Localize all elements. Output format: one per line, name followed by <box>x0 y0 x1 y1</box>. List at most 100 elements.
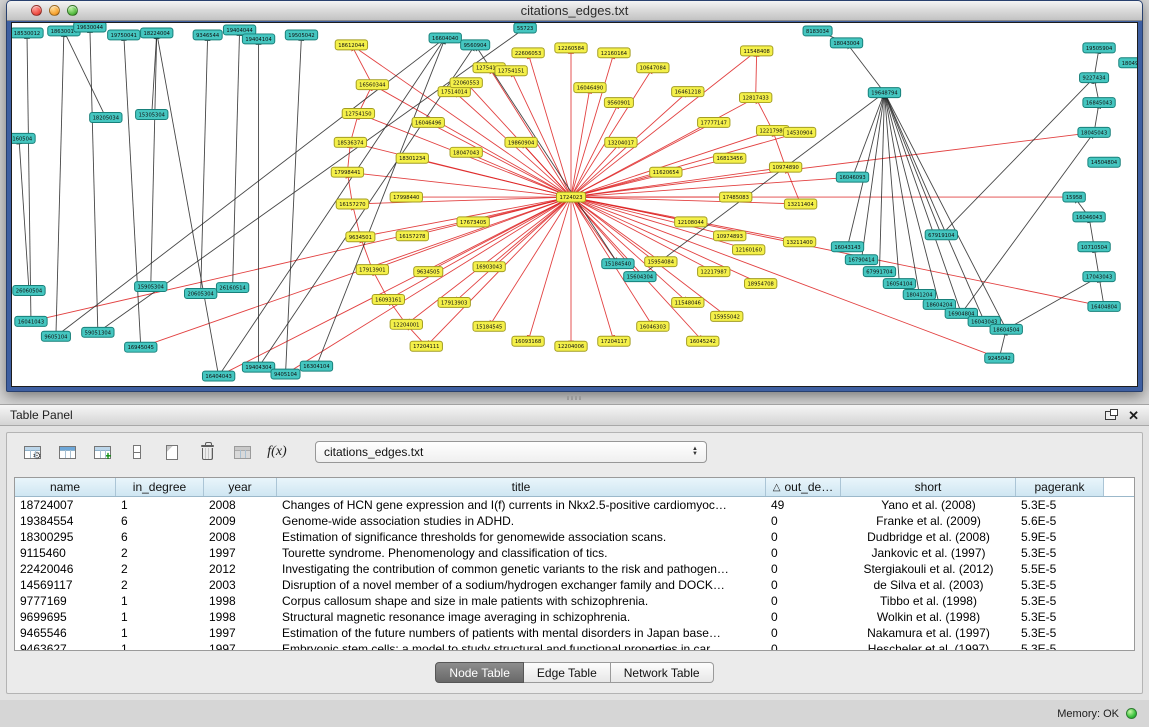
graph-node[interactable]: 15954084 <box>645 257 677 267</box>
graph-node[interactable]: 16304104 <box>300 361 332 371</box>
graph-node[interactable]: 19404104 <box>242 34 274 44</box>
zoom-window-button[interactable] <box>67 5 78 16</box>
graph-node[interactable]: 12160160 <box>733 245 765 255</box>
graph-node[interactable]: 55723 <box>514 23 536 33</box>
graph-edge[interactable] <box>571 197 688 302</box>
graph-edge[interactable] <box>571 197 730 236</box>
tab-edge-table[interactable]: Edge Table <box>524 662 611 683</box>
network-graph[interactable]: 1724023122605842260605312754152175140141… <box>12 23 1137 386</box>
table-row[interactable]: 977716911998Corpus callosum shape and si… <box>15 593 1134 609</box>
edit-table-button[interactable]: + <box>89 439 115 465</box>
network-canvas[interactable]: 1724023122605842260605312754152175140141… <box>11 22 1138 387</box>
graph-edge[interactable] <box>90 27 98 332</box>
graph-node[interactable]: 22606053 <box>512 48 544 58</box>
table-row[interactable]: 1872400712008Changes of HCN gene express… <box>15 497 1134 513</box>
table-row[interactable]: 1456911722003Disruption of a novel membe… <box>15 577 1134 593</box>
table-cell[interactable]: 2 <box>116 578 204 592</box>
graph-node[interactable]: 22060553 <box>450 78 482 88</box>
graph-node[interactable]: 26160504 <box>12 133 35 143</box>
graph-node[interactable]: 18205034 <box>90 113 122 123</box>
graph-node[interactable]: 19648794 <box>868 88 900 98</box>
graph-node[interactable]: 17204111 <box>410 341 442 351</box>
graph-edge[interactable] <box>124 35 141 347</box>
table-cell[interactable]: Tibbo et al. (1998) <box>841 594 1016 608</box>
graph-edge[interactable] <box>219 197 571 376</box>
table-row[interactable]: 2242004622012Investigating the contribut… <box>15 561 1134 577</box>
table-cell[interactable]: 14569117 <box>15 578 116 592</box>
graph-node[interactable]: 16404043 <box>202 371 234 381</box>
graph-node[interactable]: 10710504 <box>1078 242 1110 252</box>
graph-node[interactable]: 17913901 <box>356 265 388 275</box>
table-cell[interactable]: Changes of HCN gene expression and I(f) … <box>277 498 766 512</box>
graph-edge[interactable] <box>571 197 714 272</box>
column-header-in_degree[interactable]: in_degree <box>116 478 204 496</box>
graph-node[interactable]: 15955042 <box>711 311 743 321</box>
column-header-pagerank[interactable]: pagerank <box>1016 478 1104 496</box>
graph-edge[interactable] <box>64 31 106 118</box>
graph-edge[interactable] <box>571 197 749 250</box>
table-cell[interactable]: Nakamura et al. (1997) <box>841 626 1016 640</box>
tab-node-table[interactable]: Node Table <box>435 662 524 683</box>
graph-node[interactable]: 13204017 <box>605 137 637 147</box>
graph-node[interactable]: 11620654 <box>650 167 682 177</box>
graph-node[interactable]: 15184545 <box>473 321 505 331</box>
table-cell[interactable]: 1997 <box>204 642 277 651</box>
graph-node[interactable]: 19404304 <box>242 362 274 372</box>
table-cell[interactable]: 1 <box>116 642 204 651</box>
graph-edge[interactable] <box>351 45 372 85</box>
table-cell[interactable]: 0 <box>766 610 841 624</box>
graph-node[interactable]: 18224004 <box>141 28 173 38</box>
graph-node[interactable]: 18530012 <box>12 28 43 38</box>
table-options-button[interactable]: ⚙ <box>19 439 45 465</box>
graph-node[interactable]: 10974893 <box>714 231 746 241</box>
graph-node[interactable]: 16045242 <box>687 336 719 346</box>
table-cell[interactable]: 6 <box>116 514 204 528</box>
graph-node[interactable]: 18954708 <box>744 279 776 289</box>
graph-node[interactable]: 10647084 <box>637 63 669 73</box>
graph-node[interactable]: 26160514 <box>216 283 248 293</box>
import-table-button[interactable] <box>229 439 255 465</box>
graph-node[interactable]: 14530904 <box>783 127 815 137</box>
table-row[interactable]: 1938455462009Genome-wide association stu… <box>15 513 1134 529</box>
table-cell[interactable]: Structural magnetic resonance image aver… <box>277 610 766 624</box>
graph-node[interactable]: 9605104 <box>41 331 70 341</box>
table-cell[interactable]: Jankovic et al. (1997) <box>841 546 1016 560</box>
column-header-title[interactable]: title <box>277 478 766 496</box>
graph-node[interactable]: 16157270 <box>336 199 368 209</box>
graph-node[interactable]: 12754151 <box>495 66 527 76</box>
graph-edge[interactable] <box>157 33 219 376</box>
graph-node[interactable]: 16046490 <box>574 83 606 93</box>
graph-node[interactable]: 15604304 <box>624 272 656 282</box>
graph-edge[interactable] <box>884 93 919 295</box>
graph-edge[interactable] <box>756 51 757 98</box>
graph-node[interactable]: 16903043 <box>473 262 505 272</box>
table-cell[interactable]: 2012 <box>204 562 277 576</box>
graph-edge[interactable] <box>879 93 884 272</box>
graph-node[interactable]: 16945045 <box>125 342 157 352</box>
table-row[interactable]: 946362711997Embryonic stem cells: a mode… <box>15 641 1134 651</box>
table-cell[interactable]: 22420046 <box>15 562 116 576</box>
graph-edge[interactable] <box>151 33 157 287</box>
table-cell[interactable]: 9115460 <box>15 546 116 560</box>
table-cell[interactable]: 18300295 <box>15 530 116 544</box>
table-cell[interactable]: 5.3E-5 <box>1016 546 1104 560</box>
graph-node[interactable]: 19750041 <box>108 30 140 40</box>
table-selector[interactable]: citations_edges.txt ▲ ▼ <box>315 441 707 463</box>
table-cell[interactable]: Estimation of significance thresholds fo… <box>277 530 766 544</box>
show-columns-button[interactable] <box>54 439 80 465</box>
graph-node[interactable]: 16560344 <box>356 80 388 90</box>
table-cell[interactable]: 5.3E-5 <box>1016 594 1104 608</box>
table-cell[interactable]: 19384554 <box>15 514 116 528</box>
table-cell[interactable]: 1 <box>116 594 204 608</box>
graph-edge[interactable] <box>786 167 801 204</box>
graph-node[interactable]: 15305304 <box>136 110 168 120</box>
window-titlebar[interactable]: citations_edges.txt <box>7 1 1142 21</box>
graph-node[interactable]: 9405104 <box>271 369 300 379</box>
graph-node[interactable]: 19505042 <box>285 30 317 40</box>
create-column-button[interactable] <box>159 439 185 465</box>
graph-node[interactable]: 18049 <box>1119 58 1137 68</box>
graph-edge[interactable] <box>351 45 571 197</box>
graph-node[interactable]: 16046043 <box>1073 212 1105 222</box>
table-cell[interactable]: 1998 <box>204 610 277 624</box>
graph-edge[interactable] <box>884 93 941 235</box>
